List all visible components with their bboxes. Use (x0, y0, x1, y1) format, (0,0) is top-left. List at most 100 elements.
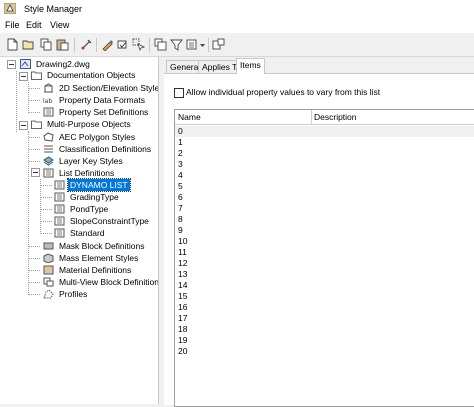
item-name-cell[interactable]: 19 (178, 335, 187, 346)
toggle-view-icon[interactable] (154, 38, 167, 51)
new-icon[interactable] (6, 38, 19, 51)
list-icon (54, 216, 65, 226)
drawing-file-icon (20, 59, 31, 69)
column-header-description[interactable]: Description (314, 110, 357, 124)
layer-key-icon (43, 156, 54, 166)
collapse-root-icon[interactable] (7, 60, 16, 69)
column-header-name[interactable]: Name (178, 110, 201, 124)
table-row[interactable]: 3 (175, 159, 474, 170)
table-row[interactable]: 14 (175, 280, 474, 291)
table-row[interactable]: 4 (175, 170, 474, 181)
open-icon[interactable] (22, 38, 35, 51)
tree-connector (29, 112, 40, 113)
tree-connector (29, 270, 40, 271)
profile-icon (43, 289, 54, 299)
item-name-cell[interactable]: 13 (178, 269, 187, 280)
select-components-icon[interactable] (132, 38, 145, 51)
item-name-cell[interactable]: 8 (178, 214, 183, 225)
item-name-cell[interactable]: 1 (178, 137, 183, 148)
folder-icon (31, 71, 42, 80)
table-row[interactable]: 6 (175, 192, 474, 203)
tree-connector (28, 82, 29, 113)
table-row[interactable]: 10 (175, 236, 474, 247)
paste-icon[interactable] (56, 38, 69, 51)
tree-connector (29, 137, 40, 138)
item-name-cell[interactable]: 15 (178, 291, 187, 302)
item-name-cell[interactable]: 11 (178, 247, 187, 258)
table-row[interactable]: 5 (175, 181, 474, 192)
multi-view-block-icon (43, 277, 54, 287)
table-row[interactable]: 19 (175, 335, 474, 346)
title-bar: Style Manager (0, 0, 474, 18)
data-format-icon: lab (43, 98, 52, 105)
toolbar-separator (74, 38, 75, 52)
table-row[interactable]: 9 (175, 225, 474, 236)
list-icon (54, 180, 65, 190)
tree-connector (40, 179, 41, 234)
copy-icon[interactable] (40, 38, 53, 51)
table-row[interactable]: 2 (175, 148, 474, 159)
filter-icon[interactable] (170, 38, 183, 51)
property-set-icon (43, 107, 54, 117)
table-row[interactable]: 18 (175, 324, 474, 335)
set-from-icon[interactable] (116, 38, 129, 51)
table-row[interactable]: 1 (175, 137, 474, 148)
inspect-icon[interactable] (212, 38, 225, 51)
item-name-cell[interactable]: 2 (178, 148, 183, 159)
table-row[interactable]: 13 (175, 269, 474, 280)
item-name-cell[interactable]: 12 (178, 258, 187, 269)
item-name-cell[interactable]: 4 (178, 170, 183, 181)
window-title: Style Manager (24, 4, 83, 14)
tree-connector (29, 294, 40, 295)
table-row[interactable]: 7 (175, 203, 474, 214)
item-name-cell[interactable]: 5 (178, 181, 183, 192)
item-name-cell[interactable]: 7 (178, 203, 183, 214)
item-name-cell[interactable]: 0 (178, 126, 183, 137)
item-name-cell[interactable]: 14 (178, 280, 187, 291)
list-view-icon[interactable] (186, 38, 199, 51)
item-name-cell[interactable]: 16 (178, 302, 187, 313)
classification-icon (44, 145, 53, 153)
style-tree[interactable]: Drawing2.dwg Documentation Objects 2D Se… (0, 57, 159, 404)
list-icon (54, 192, 65, 202)
svg-text:lab: lab (43, 98, 52, 105)
properties-panel: General Applies To Items Allow individua… (164, 57, 474, 407)
tree-connector (41, 209, 52, 210)
collapse-documentation-icon[interactable] (19, 72, 28, 81)
item-name-cell[interactable]: 10 (178, 236, 187, 247)
item-name-cell[interactable]: 9 (178, 225, 183, 236)
table-row[interactable]: 0 (175, 126, 474, 137)
table-row[interactable]: 20 (175, 346, 474, 357)
toolbar-separator (96, 38, 97, 52)
items-grid[interactable]: Name Description 0 1 2 3 4 5 6 7 8 9 10 11 12 13 14 15 1… (174, 109, 474, 407)
tree-connector (41, 233, 52, 234)
tree-connector (16, 71, 17, 132)
column-divider[interactable] (311, 110, 312, 124)
edit-style-icon[interactable] (101, 38, 114, 51)
table-row[interactable]: 12 (175, 258, 474, 269)
menu-file[interactable]: File (5, 20, 20, 30)
tree-connector (29, 149, 40, 150)
item-name-cell[interactable]: 20 (178, 346, 187, 357)
menu-view[interactable]: View (50, 20, 69, 30)
table-row[interactable]: 8 (175, 214, 474, 225)
item-name-cell[interactable]: 18 (178, 324, 187, 335)
item-name-cell[interactable]: 3 (178, 159, 183, 170)
dropdown-arrow-icon[interactable] (199, 38, 206, 51)
toolbar (0, 34, 474, 57)
table-row[interactable]: 17 (175, 313, 474, 324)
purge-icon[interactable] (80, 38, 93, 51)
table-row[interactable]: 11 (175, 247, 474, 258)
item-name-cell[interactable]: 6 (178, 192, 183, 203)
collapse-list-definitions-icon[interactable] (31, 168, 40, 177)
list-icon (54, 228, 65, 238)
table-row[interactable]: 16 (175, 302, 474, 313)
polygon-icon (43, 132, 54, 142)
collapse-multipurpose-icon[interactable] (19, 121, 28, 130)
menu-edit[interactable]: Edit (26, 20, 42, 30)
allow-vary-checkbox[interactable] (174, 88, 184, 98)
item-name-cell[interactable]: 17 (178, 313, 187, 324)
table-row[interactable]: 15 (175, 291, 474, 302)
tab-items[interactable]: Items (236, 58, 265, 74)
mass-element-icon (43, 253, 54, 263)
